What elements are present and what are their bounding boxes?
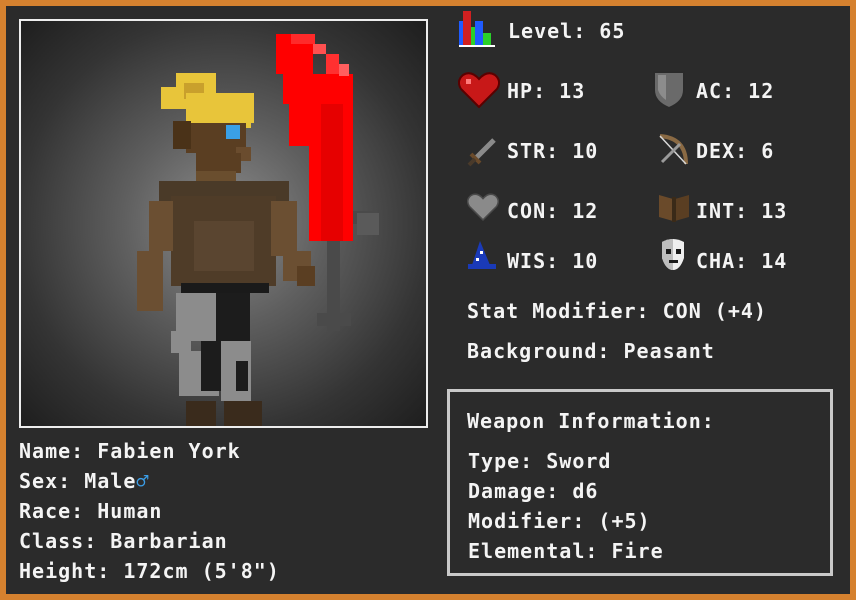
weapon-elemental-line: Elemental: Fire bbox=[468, 539, 664, 563]
class-line: Class: Barbarian bbox=[19, 529, 228, 553]
weapon-modifier-value: (+5) bbox=[598, 509, 651, 533]
sex-line: Sex: Male♂ bbox=[19, 469, 149, 493]
shield-icon bbox=[653, 71, 685, 110]
name-label: Name: bbox=[19, 439, 85, 463]
str-label: STR: bbox=[507, 139, 560, 163]
sex-label: Sex: bbox=[19, 469, 72, 493]
character-sprite bbox=[137, 34, 379, 426]
race-line: Race: Human bbox=[19, 499, 162, 523]
cha-label: CHA: bbox=[696, 249, 749, 273]
weapon-damage-label: Damage: bbox=[468, 479, 560, 503]
ac-line: AC: 12 bbox=[696, 79, 774, 103]
sex-value: Male bbox=[84, 469, 137, 493]
stat-modifier-line: Stat Modifier: CON (+4) bbox=[467, 299, 767, 323]
weapon-elemental-label: Elemental: bbox=[468, 539, 599, 563]
race-label: Race: bbox=[19, 499, 85, 523]
weapon-modifier-line: Modifier: (+5) bbox=[468, 509, 651, 533]
str-line: STR: 10 bbox=[507, 139, 598, 163]
race-value: Human bbox=[97, 499, 163, 523]
weapon-damage-line: Damage: d6 bbox=[468, 479, 598, 503]
heart-icon bbox=[458, 72, 500, 109]
wis-value: 10 bbox=[572, 249, 599, 273]
background-label: Background: bbox=[467, 339, 611, 363]
name-line: Name: Fabien York bbox=[19, 439, 241, 463]
background-value: Peasant bbox=[623, 339, 715, 363]
dex-label: DEX: bbox=[696, 139, 749, 163]
ac-label: AC: bbox=[696, 79, 736, 103]
weapon-modifier-label: Modifier: bbox=[468, 509, 586, 533]
bar-chart-icon bbox=[459, 11, 495, 47]
sword-icon bbox=[467, 138, 496, 167]
wis-label: WIS: bbox=[507, 249, 560, 273]
stat-modifier-value: CON (+4) bbox=[662, 299, 767, 323]
dex-line: DEX: 6 bbox=[696, 139, 774, 163]
con-line: CON: 12 bbox=[507, 199, 598, 223]
level-value: 65 bbox=[599, 19, 626, 43]
hp-line: HP: 13 bbox=[507, 79, 585, 103]
con-value: 12 bbox=[572, 199, 599, 223]
character-portrait bbox=[19, 19, 428, 428]
background-line: Background: Peasant bbox=[467, 339, 715, 363]
height-line: Height: 172cm (5'8") bbox=[19, 559, 280, 583]
int-value: 13 bbox=[761, 199, 788, 223]
hp-value: 13 bbox=[559, 79, 586, 103]
class-value: Barbarian bbox=[110, 529, 228, 553]
hp-label: HP: bbox=[507, 79, 547, 103]
character-card: Name: Fabien York Sex: Male♂ Race: Human… bbox=[6, 6, 850, 594]
wizard-hat-icon bbox=[468, 241, 496, 269]
weapon-elemental-value: Fire bbox=[611, 539, 664, 563]
ac-value: 12 bbox=[748, 79, 775, 103]
con-label: CON: bbox=[507, 199, 560, 223]
weapon-type-value: Sword bbox=[546, 449, 612, 473]
level-line: Level: 65 bbox=[508, 19, 625, 43]
weapon-type-line: Type: Sword bbox=[468, 449, 611, 473]
str-value: 10 bbox=[572, 139, 599, 163]
cha-value: 14 bbox=[761, 249, 788, 273]
dex-value: 6 bbox=[761, 139, 775, 163]
int-label: INT: bbox=[696, 199, 749, 223]
gray-heart-icon bbox=[467, 193, 499, 222]
height-label: Height: bbox=[19, 559, 111, 583]
book-icon bbox=[659, 195, 689, 222]
weapon-damage-value: d6 bbox=[572, 479, 599, 503]
stat-modifier-label: Stat Modifier: bbox=[467, 299, 650, 323]
bow-icon bbox=[659, 134, 688, 165]
height-value: 172cm (5'8") bbox=[123, 559, 280, 583]
name-value: Fabien York bbox=[97, 439, 241, 463]
weapon-type-label: Type: bbox=[468, 449, 534, 473]
male-symbol-icon: ♂ bbox=[136, 469, 150, 493]
weapon-title: Weapon Information: bbox=[467, 409, 715, 433]
cha-line: CHA: 14 bbox=[696, 249, 787, 273]
wis-line: WIS: 10 bbox=[507, 249, 598, 273]
class-label: Class: bbox=[19, 529, 98, 553]
mask-icon bbox=[662, 239, 684, 270]
int-line: INT: 13 bbox=[696, 199, 787, 223]
level-label: Level: bbox=[508, 19, 587, 43]
